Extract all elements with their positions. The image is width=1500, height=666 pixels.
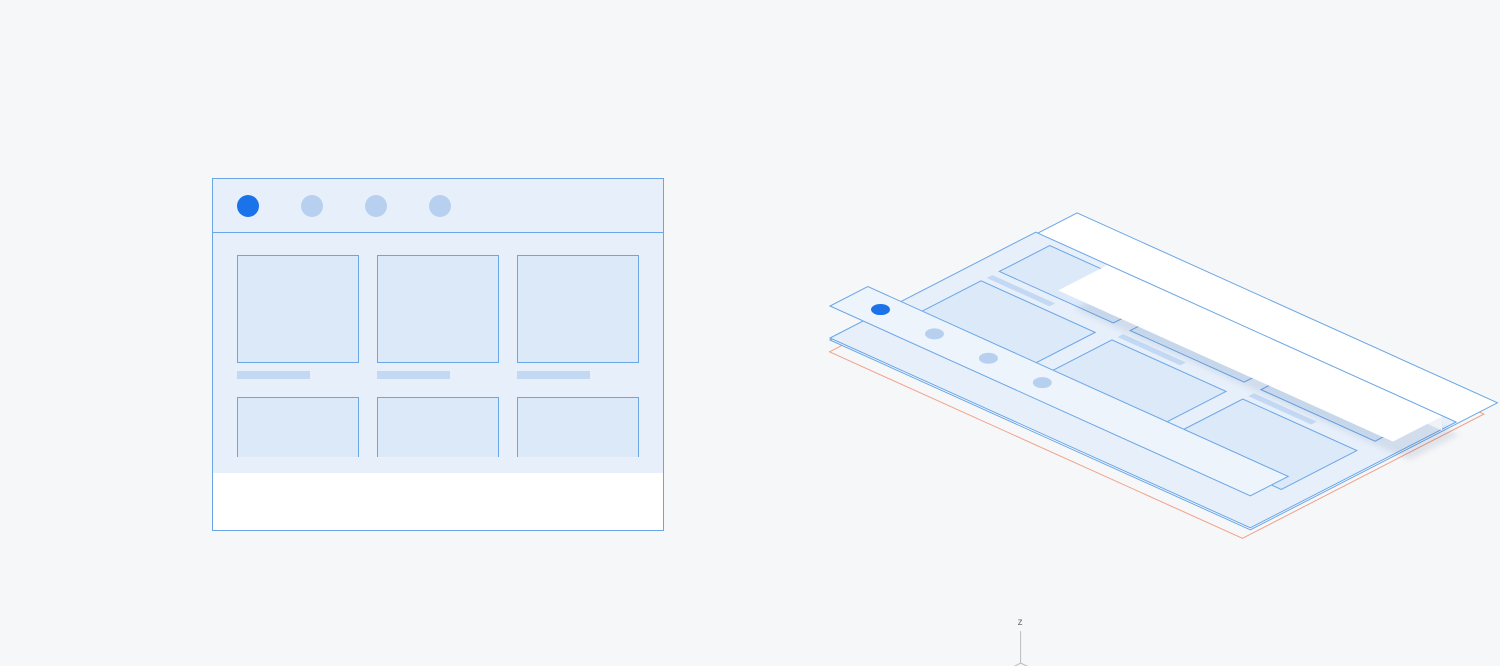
tab-dot-1-active xyxy=(237,195,259,217)
flat-thumb xyxy=(377,397,499,457)
flat-tabbar xyxy=(213,179,663,233)
tab-dot-2 xyxy=(301,195,323,217)
iso-tab-dot xyxy=(925,328,944,339)
flat-card xyxy=(517,397,639,457)
axis-label-z: z xyxy=(1018,617,1023,628)
flat-caption xyxy=(377,371,450,379)
flat-thumb xyxy=(517,397,639,457)
flat-thumb xyxy=(517,255,639,363)
flat-thumb xyxy=(377,255,499,363)
tab-dot-4 xyxy=(429,195,451,217)
flat-card xyxy=(377,397,499,457)
iso-tab-dot-active xyxy=(871,304,890,315)
tab-dot-3 xyxy=(365,195,387,217)
isometric-browser-mockup: zxy xyxy=(790,120,1390,640)
iso-tab-dot xyxy=(1033,377,1052,388)
flat-thumb xyxy=(237,255,359,363)
iso-tab-dot xyxy=(979,353,998,364)
flat-browser-mockup xyxy=(212,178,664,531)
flat-caption xyxy=(517,371,590,379)
flat-card xyxy=(237,397,359,457)
flat-body xyxy=(213,233,663,473)
flat-caption xyxy=(237,371,310,379)
flat-thumb xyxy=(237,397,359,457)
flat-card xyxy=(517,255,639,379)
flat-card xyxy=(237,255,359,379)
flat-card xyxy=(377,255,499,379)
